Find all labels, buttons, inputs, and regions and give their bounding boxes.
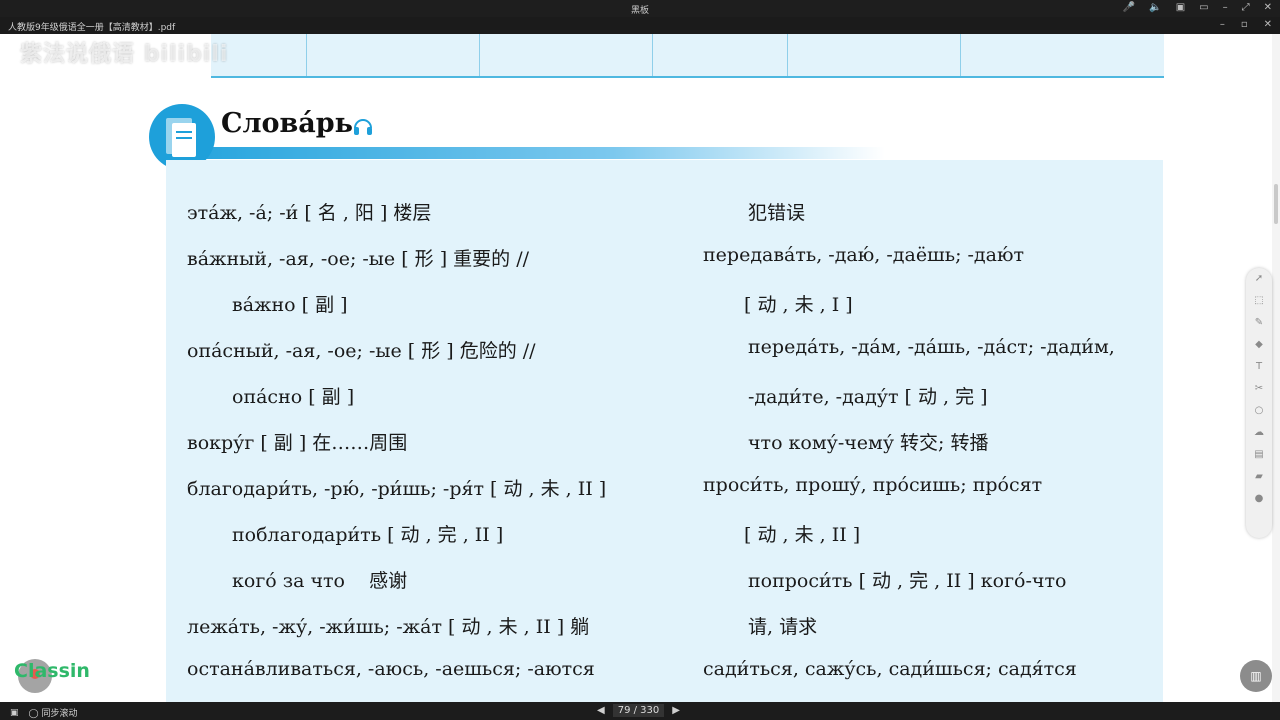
folder-icon[interactable]: ▤: [1246, 444, 1272, 466]
previous-page-icon[interactable]: ◀: [597, 705, 605, 716]
previous-table-fragment: [211, 34, 1164, 78]
chat-icon[interactable]: ▰: [1246, 466, 1272, 488]
vocab-entry: лежа́ть, -жу́, -жи́шь; -жа́т [ 动 , 未 , I…: [187, 616, 590, 638]
vocabulary-panel: эта́ж, -а́; -и́ [ 名 , 阳 ] 楼层 ва́жный, -а…: [166, 160, 1163, 702]
sync-scroll-label: 同步滚动: [41, 709, 78, 719]
vocab-entry: ва́жный, -ая, -ое; -ые [ 形 ] 重要的 //: [187, 248, 530, 270]
vocab-entry: опа́сный, -ая, -ое; -ые [ 形 ] 危险的 //: [187, 340, 536, 362]
vocab-entry: 犯错误: [748, 202, 806, 224]
user-icon[interactable]: ●: [1246, 488, 1272, 510]
eraser-icon[interactable]: ◆: [1246, 334, 1272, 356]
minimize-icon[interactable]: –: [1223, 2, 1228, 13]
vocab-entry: кого́ за что 感谢: [232, 570, 408, 592]
page-number-total: 330: [640, 705, 660, 716]
close-icon[interactable]: ✕: [1264, 19, 1272, 30]
vocab-entry: благодари́ть, -рю́, -ри́шь; -ря́т [ 动 , …: [187, 478, 607, 500]
vocab-entry: остана́вливаться, -аюсь, -аешься; -аются: [187, 658, 595, 680]
classin-logo: Classin: [14, 660, 90, 682]
vocab-entry: переда́ть, -да́м, -да́шь, -да́ст; -дади́…: [748, 336, 1115, 358]
cloud-icon[interactable]: ☁: [1246, 422, 1272, 444]
section-header-bar: [205, 147, 885, 159]
page-number-current: 79: [617, 705, 631, 716]
title-bar-controls: 🎤 🔈 ▣ ▭ – ⤢ ✕: [1123, 2, 1272, 13]
scissors-icon[interactable]: ✂: [1246, 378, 1272, 400]
vocab-entry: поблагодари́ть [ 动 , 完 , II ]: [232, 524, 504, 546]
minimize-icon[interactable]: –: [1220, 19, 1225, 30]
page-indicator[interactable]: 79 / 330: [612, 704, 665, 717]
vocab-entry: [ 动 , 未 , I ]: [744, 294, 853, 316]
vocab-entry: опа́сно [ 副 ]: [232, 386, 355, 408]
vocab-entry: попроси́ть [ 动 , 完 , II ] кого́-что: [748, 570, 1067, 592]
vocab-entry: что кому́-чему́ 转交; 转播: [748, 432, 989, 454]
document-tab-bar: 人教版9年级俄语全一册【高清教材】.pdf – ▫ ✕: [0, 17, 1280, 34]
vocab-entry: эта́ж, -а́; -и́ [ 名 , 阳 ] 楼层: [187, 202, 432, 224]
sync-scroll-toggle[interactable]: ◯ 同步滚动: [29, 706, 78, 719]
headphone-icon[interactable]: [352, 114, 374, 136]
tools-icon: ▥: [1250, 669, 1262, 683]
pen-icon[interactable]: ✎: [1246, 312, 1272, 334]
vocab-entry: ва́жно [ 副 ]: [232, 294, 348, 316]
vocab-entry: сади́ться, сажу́сь, сади́шься; садя́тся: [703, 658, 1077, 680]
maximize-icon[interactable]: ▫: [1241, 19, 1248, 30]
document-tab[interactable]: 人教版9年级俄语全一册【高清教材】.pdf: [8, 20, 175, 33]
tools-toggle-button[interactable]: ▥: [1240, 660, 1272, 692]
pdf-viewer[interactable]: Слова́рь эта́ж, -а́; -и́ [ 名 , 阳 ] 楼层 ва…: [0, 34, 1272, 702]
vocab-entry: [ 动 , 未 , II ]: [744, 524, 861, 546]
close-icon[interactable]: ✕: [1264, 2, 1272, 13]
bottom-left-controls: ▣ ◯ 同步滚动: [10, 706, 78, 720]
screen-share-icon[interactable]: ▭: [1199, 2, 1208, 13]
microphone-icon[interactable]: 🎤: [1123, 2, 1135, 13]
bilibili-watermark: 紫法说俄语 bilibili: [20, 42, 229, 67]
vocab-entry: вокру́г [ 副 ] 在……周围: [187, 432, 408, 454]
fullscreen-icon[interactable]: ⤢: [1242, 2, 1250, 13]
window-title: 黑板: [630, 6, 649, 16]
vertical-scrollbar[interactable]: [1272, 34, 1280, 702]
select-icon[interactable]: ⬚: [1246, 290, 1272, 312]
scrollbar-thumb[interactable]: [1274, 184, 1278, 224]
sidebar-toggle-icon[interactable]: ▣: [10, 708, 19, 718]
bottom-status-bar: ▣ ◯ 同步滚动 ◀ 79 / 330 ▶: [0, 702, 1280, 720]
pointer-icon[interactable]: ➚: [1246, 268, 1272, 290]
vocab-entry: 请, 请求: [748, 616, 818, 638]
page-navigator: ◀ 79 / 330 ▶: [597, 704, 680, 717]
speaker-icon[interactable]: 🔈: [1149, 2, 1161, 13]
vocab-entry: -дади́те, -даду́т [ 动 , 完 ]: [748, 386, 988, 408]
camera-icon[interactable]: ▣: [1176, 2, 1185, 13]
drawing-tool-panel: ➚ ⬚ ✎ ◆ T ✂ ○ ☁ ▤ ▰ ●: [1246, 268, 1272, 538]
window-title-bar: 黑板 🎤 🔈 ▣ ▭ – ⤢ ✕: [0, 0, 1280, 17]
shape-icon[interactable]: ○: [1246, 400, 1272, 422]
document-window-controls: – ▫ ✕: [1220, 19, 1272, 30]
text-icon[interactable]: T: [1246, 356, 1272, 378]
vocabulary-title: Слова́рь: [221, 108, 353, 139]
next-page-icon[interactable]: ▶: [672, 705, 680, 716]
vocab-entry: проси́ть, прошу́, про́сишь; про́сят: [703, 474, 1043, 496]
vocab-entry: передава́ть, -даю́, -даёшь; -даю́т: [703, 244, 1025, 266]
